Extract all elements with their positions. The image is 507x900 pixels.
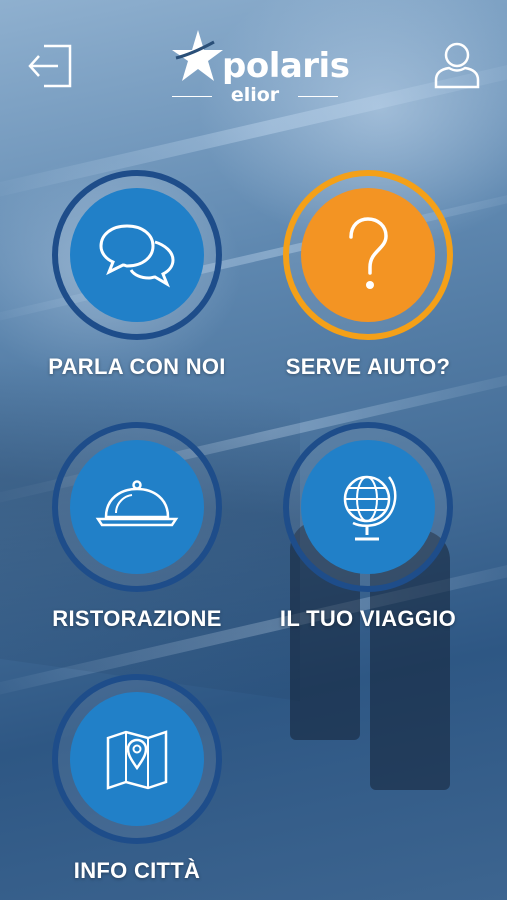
question-mark-icon (349, 217, 388, 289)
globe-icon (343, 475, 397, 541)
tile-label: Parla con noi (48, 354, 226, 379)
logo-subtitle: elior (230, 84, 280, 106)
chat-bubbles-icon (99, 224, 175, 288)
tile-button[interactable] (52, 422, 222, 592)
star-icon (172, 30, 223, 81)
tile-il-tuo-viaggio[interactable]: Il tuo viaggio (258, 422, 478, 632)
tile-button[interactable] (283, 422, 453, 592)
logo-wordmark: polaris (222, 46, 350, 86)
polaris-elior-logo: polaris elior (170, 26, 350, 106)
logout-button[interactable] (26, 42, 74, 90)
tile-button[interactable] (52, 674, 222, 844)
tile-label: Info città (73, 858, 201, 883)
tile-parla-con-noi[interactable]: Parla con noi (27, 170, 247, 380)
food-cloche-icon (95, 480, 179, 527)
header: polaris elior (0, 0, 507, 120)
tile-info-citta[interactable]: Info città (27, 674, 247, 884)
profile-button[interactable] (433, 40, 481, 90)
tile-ristorazione[interactable]: Ristorazione (27, 422, 247, 632)
tile-serve-aiuto[interactable]: Serve aiuto? (258, 170, 478, 380)
tile-label: Serve aiuto? (285, 354, 451, 379)
tile-label: Ristorazione (52, 606, 222, 631)
tile-button[interactable] (283, 170, 453, 340)
user-icon (434, 42, 480, 89)
map-pin-icon (106, 730, 168, 790)
tile-label: Il tuo viaggio (279, 606, 457, 631)
tile-button[interactable] (52, 170, 222, 340)
logout-icon (28, 44, 72, 88)
